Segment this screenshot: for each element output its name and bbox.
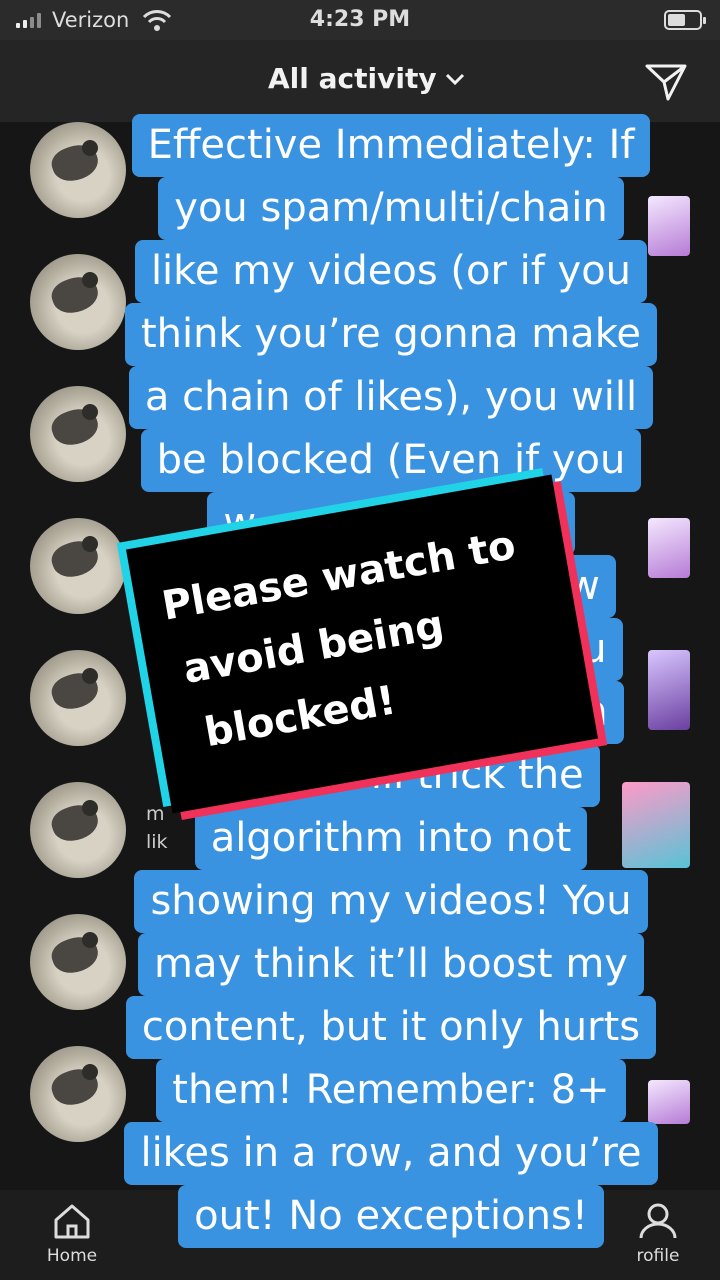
caption-line: like my videos (or if you [134, 240, 648, 303]
send-icon[interactable] [644, 62, 688, 102]
activity-filter-dropdown[interactable]: All activity [268, 62, 465, 95]
chevron-down-icon [445, 73, 464, 85]
caption-line: may think it’ll boost my [138, 933, 644, 996]
caption-line: algorithm into not [194, 807, 588, 870]
caption-line: likes in a row, and you’re [124, 1122, 658, 1185]
nav-profile-label: rofile [636, 1246, 680, 1266]
caption-line: a chain of likes), you will [128, 366, 654, 429]
caption-line: showing my videos! You [134, 870, 648, 933]
header-title: All activity [268, 62, 437, 95]
caption-line: out! No exceptions! [178, 1185, 604, 1248]
caption-line: content, but it only hurts [125, 996, 657, 1059]
caption-line: you spam/multi/chain [158, 177, 624, 240]
caption-line: Effective Immediately: If [131, 114, 651, 177]
caption-line: be blocked (Even if you [140, 429, 642, 492]
battery-icon [664, 10, 706, 30]
caption-line: think you’re gonna make [124, 303, 658, 366]
activity-header: All activity [0, 40, 720, 122]
nav-home-label: Home [46, 1246, 98, 1266]
status-time: 4:23 PM [309, 7, 411, 32]
status-bar: Verizon 4:23 PM [0, 0, 720, 40]
caption-line: them! Remember: 8+ [156, 1059, 626, 1122]
